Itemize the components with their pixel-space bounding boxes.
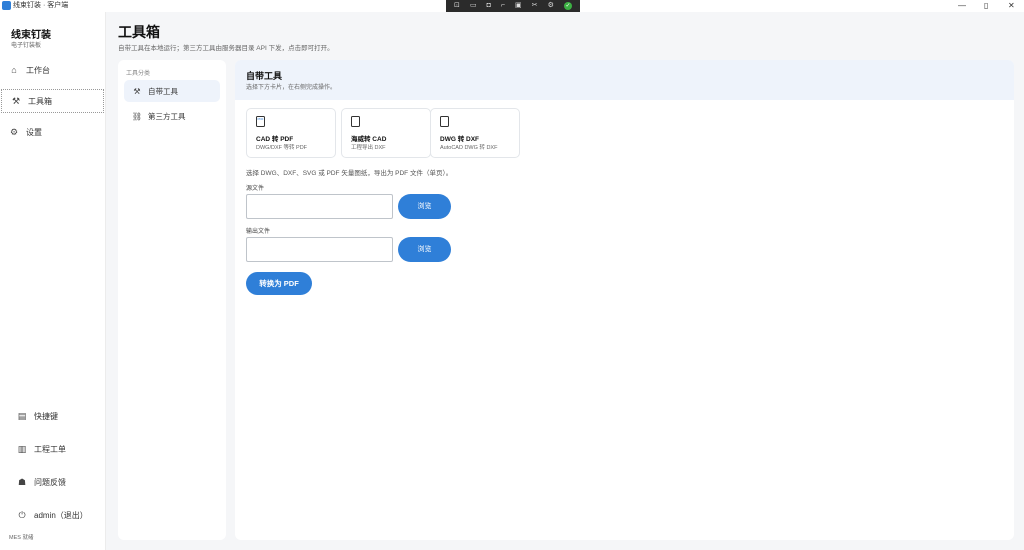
convert-to-pdf-button[interactable]: 转换为 PDF [246, 272, 312, 295]
tool-card-cad-to-pdf[interactable]: PDF CAD 转 PDF DWG/DXF 等转 PDF [246, 108, 336, 158]
app-icon [2, 1, 11, 10]
brand-subtitle: 电子钉装板 [11, 43, 42, 49]
image-icon[interactable]: ▣ [515, 0, 522, 12]
main-header: 自带工具 选择下方卡片，在右侧完成操作。 [235, 60, 1014, 100]
close-button[interactable]: ✕ [1008, 0, 1015, 12]
file-icon [351, 116, 360, 127]
output-file-label: 输出文件 [246, 229, 271, 235]
category-label: 自带工具 [148, 86, 178, 96]
tool-card-desc: DWG/DXF 等转 PDF [256, 145, 308, 151]
sidebar-item-workbench[interactable]: ⌂ 工作台 [0, 58, 104, 82]
status-text: MES 就绪 [9, 535, 34, 541]
output-file-input[interactable] [246, 237, 393, 262]
source-file-label: 源文件 [246, 186, 265, 192]
title-bar: 线束钉装 · 客户端 ⊡ ▭ ◘ ⌐ ▣ ✂ ⚙ ✓ — ▯ ✕ [0, 0, 1024, 12]
shortcuts-item[interactable]: ▤ 快捷键 [0, 407, 104, 425]
wrench-icon: ⚒ [11, 95, 21, 106]
tool-hint: 选择 DWG、DXF、SVG 或 PDF 矢量图纸，导出为 PDF 文件（单页）… [246, 170, 453, 177]
browse-source-button[interactable]: 浏览 [398, 194, 451, 219]
maximize-button[interactable]: ▯ [984, 0, 988, 12]
sidebar: 线束钉装 电子钉装板 ⌂ 工作台 ⚒ 工具箱 ⚙ 设置 ▤ 快捷键 ▥ 工程工单… [0, 12, 106, 550]
gear-icon: ⚙ [9, 126, 19, 137]
feedback-item[interactable]: ☗ 问题反馈 [0, 473, 104, 491]
category-builtin-tools[interactable]: ⚒ 自带工具 [124, 80, 220, 102]
category-panel: 工具分类 ⚒ 自带工具 ⛓ 第三方工具 [118, 60, 226, 540]
power-icon: ⏻ [18, 509, 26, 520]
brand-title: 线束钉装 [11, 30, 51, 41]
category-heading: 工具分类 [126, 71, 151, 77]
tool-card-haiwei-to-cad[interactable]: 海威转 CAD 工程导出 DXF [341, 108, 431, 158]
section-title: 自带工具 [246, 71, 283, 81]
window-title: 线束钉装 · 客户端 [13, 2, 69, 9]
sidebar-item-label: 工具箱 [28, 96, 52, 106]
minimize-button[interactable]: — [958, 0, 966, 12]
shortcuts-label: 快捷键 [34, 411, 58, 421]
window-icon[interactable]: ▭ [470, 0, 477, 12]
keyboard-icon: ▤ [17, 410, 27, 421]
work-orders-item[interactable]: ▥ 工程工单 [0, 440, 104, 458]
settings-icon[interactable]: ⚙ [548, 0, 554, 12]
main-panel: 自带工具 选择下方卡片，在右侧完成操作。 PDF CAD 转 PDF DWG/D… [235, 60, 1014, 540]
feedback-icon: ☗ [17, 476, 27, 487]
page-description: 自带工具在本地运行；第三方工具由服务器目录 API 下发，点击即可打开。 [118, 45, 334, 52]
feedback-label: 问题反馈 [34, 477, 66, 487]
tool-card-name: DWG 转 DXF [440, 136, 479, 143]
logout-label: admin（退出） [34, 510, 88, 520]
capture-toolbar: ⊡ ▭ ◘ ⌐ ▣ ✂ ⚙ ✓ [446, 0, 580, 12]
category-third-party-tools[interactable]: ⛓ 第三方工具 [124, 105, 220, 127]
sidebar-item-settings[interactable]: ⚙ 设置 [0, 120, 104, 144]
link-icon: ⛓ [131, 111, 143, 121]
category-label: 第三方工具 [148, 111, 186, 121]
section-subtitle: 选择下方卡片，在右侧完成操作。 [246, 85, 337, 91]
wrench-icon: ⚒ [133, 86, 141, 96]
camera-icon[interactable]: ◘ [487, 0, 491, 12]
scissors-icon[interactable]: ✂ [532, 0, 538, 12]
source-file-input[interactable] [246, 194, 393, 219]
sidebar-item-label: 工作台 [26, 65, 50, 75]
cut-icon[interactable]: ⌐ [501, 0, 505, 12]
tool-card-desc: AutoCAD DWG 转 DXF [440, 145, 498, 151]
sidebar-item-label: 设置 [26, 127, 42, 137]
pdf-file-icon: PDF [256, 116, 265, 127]
work-orders-label: 工程工单 [34, 444, 66, 454]
page-title: 工具箱 [118, 24, 160, 40]
tool-card-name: 海威转 CAD [351, 136, 387, 143]
file-add-icon [440, 116, 449, 127]
books-icon: ▥ [17, 443, 27, 454]
home-icon: ⌂ [11, 65, 17, 75]
tool-card-name: CAD 转 PDF [256, 136, 294, 143]
tool-card-desc: 工程导出 DXF [351, 145, 386, 151]
tool-card-dwg-to-dxf[interactable]: DWG 转 DXF AutoCAD DWG 转 DXF [430, 108, 520, 158]
check-icon[interactable]: ✓ [563, 2, 572, 10]
logout-item[interactable]: ⏻ admin（退出） [0, 506, 104, 524]
fit-icon[interactable]: ⊡ [454, 0, 460, 12]
sidebar-item-toolbox[interactable]: ⚒ 工具箱 [1, 89, 104, 113]
browse-output-button[interactable]: 浏览 [398, 237, 451, 262]
